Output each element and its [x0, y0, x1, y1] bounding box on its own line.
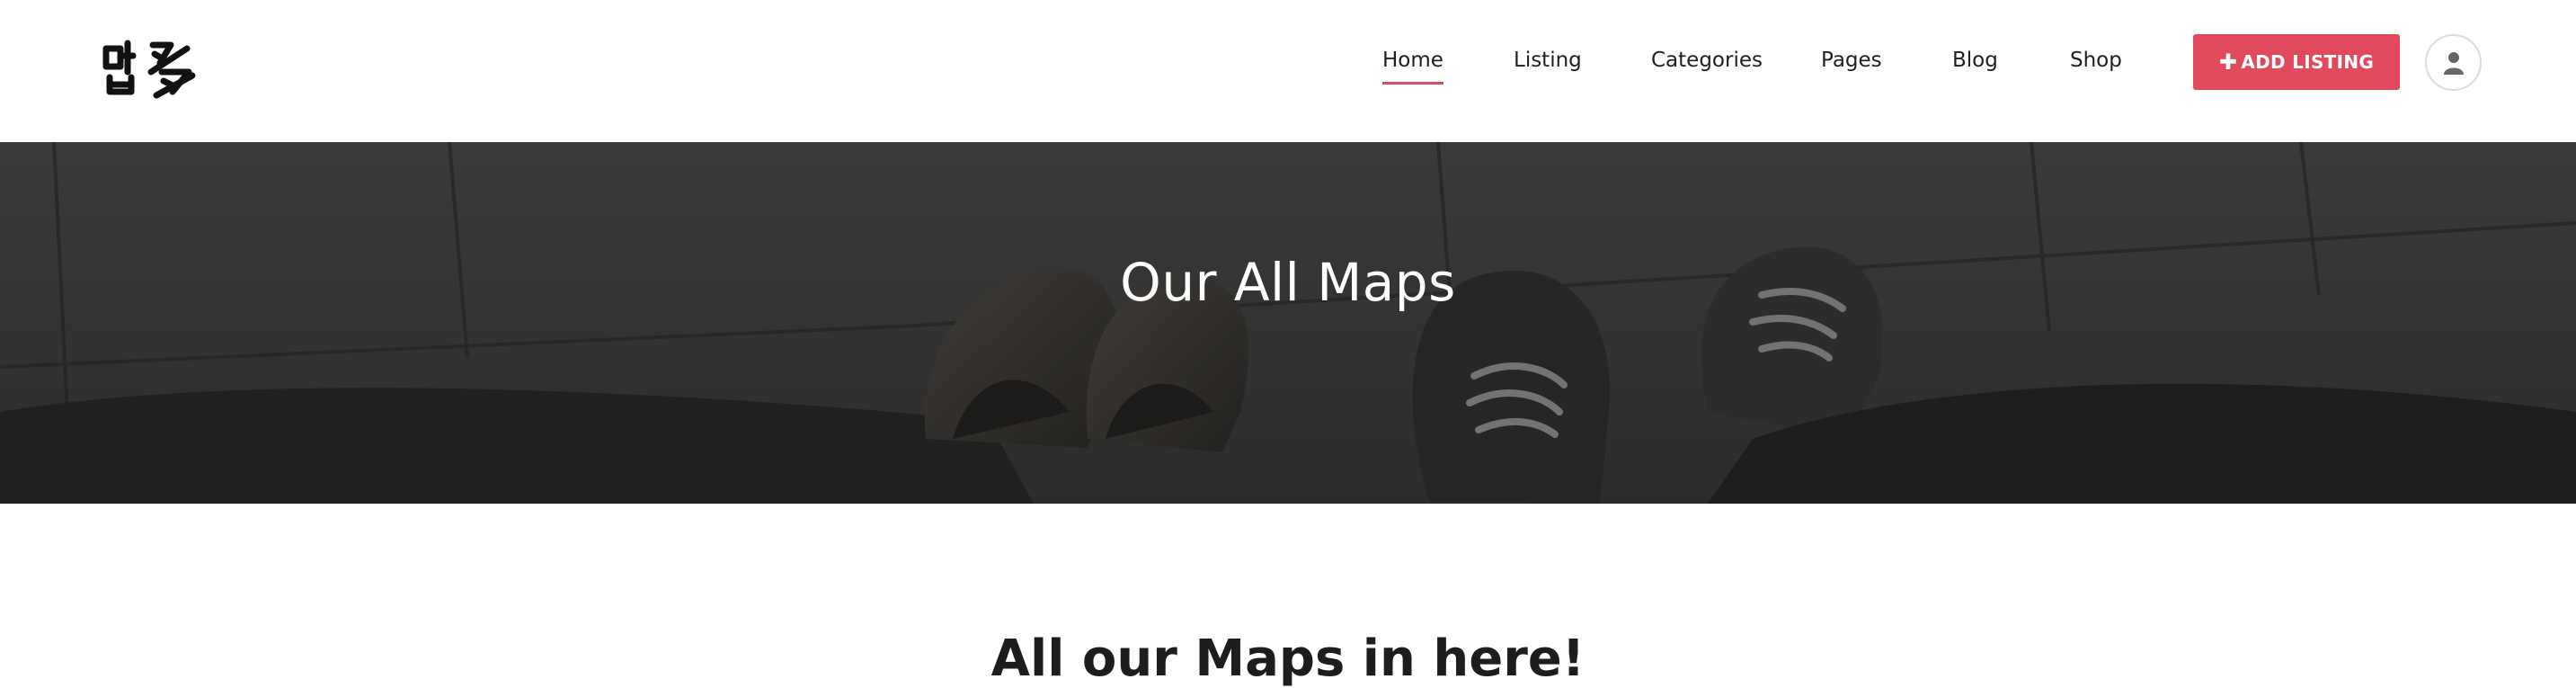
add-listing-button[interactable]: ✚ ADD LISTING: [2193, 34, 2400, 90]
user-account-button[interactable]: [2425, 34, 2482, 91]
add-listing-label: ADD LISTING: [2241, 51, 2375, 73]
logo-mark: [102, 40, 196, 99]
hero-title: Our All Maps: [1120, 252, 1456, 313]
nav-item-categories[interactable]: Categories: [1651, 47, 1763, 74]
site-header: Home Listing Categories Pages Blog Shop …: [0, 0, 2576, 142]
hero-background-image: [0, 142, 2576, 504]
hero-banner: Our All Maps: [0, 142, 2576, 504]
nav-item-home[interactable]: Home: [1382, 47, 1443, 85]
nav-item-shop[interactable]: Shop: [2070, 47, 2122, 74]
plus-icon: ✚: [2218, 49, 2238, 75]
user-icon: [2443, 51, 2464, 75]
nav-item-blog[interactable]: Blog: [1952, 47, 1998, 74]
nav-item-listing[interactable]: Listing: [1514, 47, 1582, 74]
section-title: All our Maps in here!: [990, 630, 1586, 688]
site-logo[interactable]: [101, 36, 200, 101]
nav-item-pages[interactable]: Pages: [1821, 47, 1882, 74]
